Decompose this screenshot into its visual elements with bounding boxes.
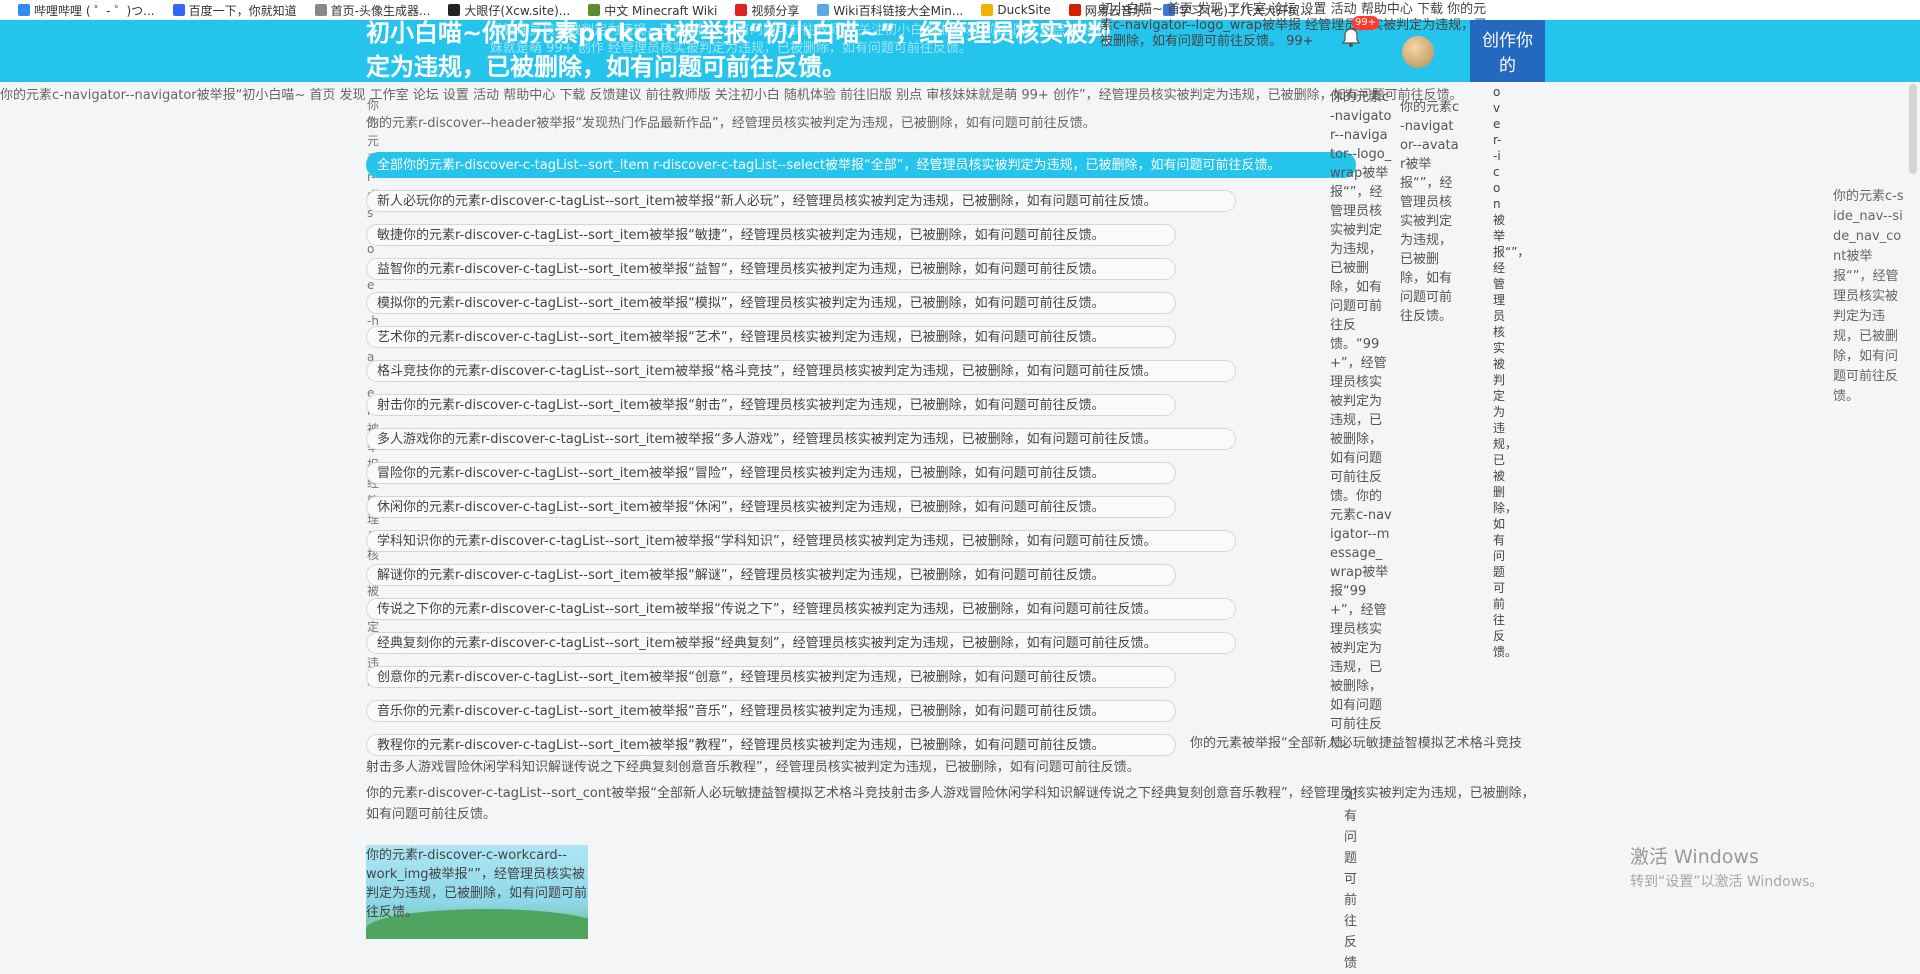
bookmark-favicon-icon bbox=[735, 4, 748, 16]
tag-item[interactable]: 冒险你的元素r-discover-c-tagList--sort_item被举报… bbox=[366, 462, 1176, 484]
tag-item[interactable]: 益智你的元素r-discover-c-tagList--sort_item被举报… bbox=[366, 258, 1176, 280]
bookmark-item[interactable]: 百度一下，你就知道 bbox=[172, 2, 297, 19]
navigator-report-text: 你的元素c-navigator--navigator被举报“初小白喵~ 首页 发… bbox=[0, 88, 1463, 103]
tag-all-selected[interactable]: 全部你的元素r-discover-c-tagList--sort_item r-… bbox=[366, 152, 1356, 178]
bookmark-label: 百度一下，你就知道 bbox=[188, 3, 297, 18]
bookmark-favicon-icon bbox=[172, 4, 185, 16]
bookmark-item[interactable]: 大眼仔(Xcw.site)... bbox=[448, 2, 570, 19]
top-navigation-bar: 经管理员核实被判定为违规，已被删除，如有问题可前往教师版 关注初小白 随机体验 … bbox=[0, 20, 1920, 82]
bookmark-label: 中文 Minecraft Wiki bbox=[604, 3, 718, 18]
bookmark-favicon-icon bbox=[588, 4, 601, 16]
tag-item[interactable]: 经典复刻你的元素r-discover-c-tagList--sort_item被… bbox=[366, 632, 1236, 654]
bookmark-favicon-icon bbox=[18, 4, 30, 16]
activation-subtitle: 转到“设置”以激活 Windows。 bbox=[1630, 874, 1824, 890]
bookmark-item[interactable]: Wiki百科链接大全Min... bbox=[817, 2, 963, 19]
tag-item[interactable]: 传说之下你的元素r-discover-c-tagList--sort_item被… bbox=[366, 598, 1236, 620]
bookmark-label: Wiki百科链接大全Min... bbox=[833, 3, 964, 18]
bookmark-label: 大眼仔(Xcw.site)... bbox=[464, 3, 571, 18]
bookmark-item[interactable]: 中文 Minecraft Wiki bbox=[588, 2, 717, 19]
overflow-feedback-text: 如有问题可前往反馈 bbox=[1344, 788, 1358, 971]
bookmark-item[interactable]: 哔哩哔哩 ( ゜- ゜)つ... bbox=[18, 2, 155, 19]
tag-item[interactable]: 解谜你的元素r-discover-c-tagList--sort_item被举报… bbox=[366, 564, 1176, 586]
bookmark-item[interactable]: DuckSite bbox=[981, 3, 1051, 17]
tag-item[interactable]: 艺术你的元素r-discover-c-tagList--sort_item被举报… bbox=[366, 326, 1176, 348]
bookmark-label: 视频分享 bbox=[751, 3, 800, 18]
tag-item[interactable]: 音乐你的元素r-discover-c-tagList--sort_item被举报… bbox=[366, 700, 1176, 722]
bookmark-label: 首页-头像生成器... bbox=[330, 3, 431, 18]
tag-item[interactable]: 学科知识你的元素r-discover-c-tagList--sort_item被… bbox=[366, 530, 1236, 552]
bookmarks-bar: 哔哩哔哩 ( ゜- ゜)つ... 百度一下，你就知道 首页-头像生成器... 大眼仔(… bbox=[0, 0, 1920, 21]
tag-item[interactable]: 休闲你的元素r-discover-c-tagList--sort_item被举报… bbox=[366, 496, 1176, 518]
bookmark-favicon-icon bbox=[448, 4, 461, 16]
work-card[interactable]: 你的元素r-discover-c-workcard--work_img被举报“”… bbox=[366, 845, 588, 939]
bookmark-favicon-icon bbox=[817, 4, 830, 16]
bookmark-label: 哔哩哔哩 ( ゜- ゜)つ... bbox=[34, 3, 155, 18]
tag-item[interactable]: 多人游戏你的元素r-discover-c-tagList--sort_item被… bbox=[366, 428, 1236, 450]
tag-item[interactable]: 模拟你的元素r-discover-c-tagList--sort_item被举报… bbox=[366, 292, 1176, 314]
tag-item[interactable]: 格斗竞技你的元素r-discover-c-tagList--sort_item被… bbox=[366, 360, 1236, 382]
bookmark-favicon-icon bbox=[314, 4, 327, 16]
tag-summary-continued: 射击多人游戏冒险休闲学科知识解谜传说之下经典复刻创意音乐教程”，经管理员核实被判… bbox=[366, 760, 1140, 775]
scrollbar[interactable] bbox=[1909, 84, 1917, 174]
tag-item[interactable]: 射击你的元素r-discover-c-tagList--sort_item被举报… bbox=[366, 394, 1176, 416]
tag-cont-report-text: 你的元素r-discover-c-tagList--sort_cont被举报“全… bbox=[366, 786, 1535, 822]
avatar-report-text: 你的元素c-navigator--avatar被举报“”，经管理员核实被判定为违… bbox=[1400, 100, 1460, 324]
bookmark-favicon-icon bbox=[981, 4, 994, 16]
activation-title: 激活 Windows bbox=[1630, 846, 1759, 868]
bookmark-item[interactable]: 首页-头像生成器... bbox=[314, 2, 431, 19]
site-logo-title[interactable]: 初小白喵~你的元素pickcat被举报“初小白喵~”，经管理员核实被判定为违规，… bbox=[366, 20, 1116, 82]
work-card-report-text: 你的元素r-discover-c-workcard--work_img被举报“”… bbox=[366, 848, 588, 920]
tag-list: 全部你的元素r-discover-c-tagList--sort_item r-… bbox=[366, 152, 1356, 768]
icon-report-text: over--icon被举报“”，经管理员核实被判定为违规，已被删除，如有问题可前… bbox=[1493, 85, 1530, 659]
avatar[interactable] bbox=[1402, 36, 1434, 68]
bookmark-item[interactable]: 视频分享 bbox=[735, 2, 799, 19]
tag-item[interactable]: 教程你的元素r-discover-c-tagList--sort_item被举报… bbox=[366, 734, 1176, 756]
tag-item[interactable]: 创意你的元素r-discover-c-tagList--sort_item被举报… bbox=[366, 666, 1176, 688]
side-nav-report-text: 你的元素c-side_nav--side_nav_cont被举报“”，经管理员核… bbox=[1833, 189, 1904, 404]
windows-activation-watermark: 激活 Windows 转到“设置”以激活 Windows。 bbox=[1630, 842, 1823, 891]
discover-header-report-text: 你的元素r-discover--header被举报“发现热门作品最新作品”，经管… bbox=[366, 116, 1096, 131]
tag-item[interactable]: 敏捷你的元素r-discover-c-tagList--sort_item被举报… bbox=[366, 224, 1176, 246]
navigator-logo-report-text: 你的元素c-navigator--navigator--logo_wrap被举报… bbox=[1330, 90, 1392, 751]
create-button[interactable]: 创作你的 bbox=[1470, 20, 1545, 82]
tag-item[interactable]: 新人必玩你的元素r-discover-c-tagList--sort_item被… bbox=[366, 190, 1236, 212]
bookmark-favicon-icon bbox=[1068, 4, 1081, 16]
message-count-badge: 99+ bbox=[1352, 16, 1380, 30]
bookmark-label: DuckSite bbox=[997, 3, 1051, 17]
